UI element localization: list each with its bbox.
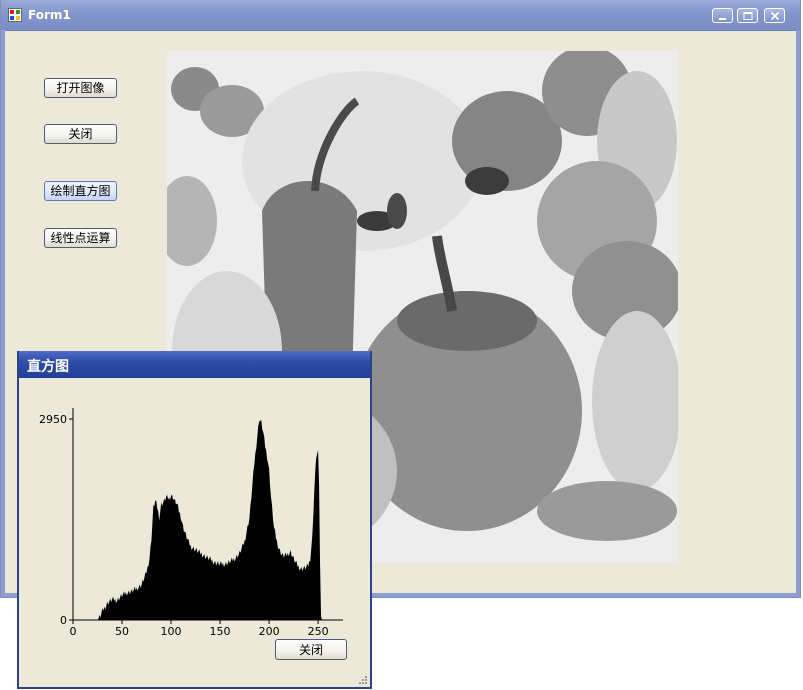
x-tick-label: 0 (70, 625, 77, 638)
histogram-titlebar[interactable]: 直方图 (19, 351, 370, 378)
x-tick-label: 150 (210, 625, 231, 638)
x-tick-label: 50 (115, 625, 129, 638)
histogram-window-title: 直方图 (27, 359, 69, 375)
app-icon (8, 8, 22, 22)
histogram-area (73, 419, 323, 620)
minimize-icon (719, 18, 726, 20)
open-image-button[interactable]: 打开图像 (44, 78, 117, 98)
histogram-window: 直方图 0 50 100 150 200 250 0 2950 关闭 (17, 351, 372, 689)
y-tick-label: 0 (60, 614, 67, 627)
maximize-button[interactable] (737, 8, 758, 23)
close-icon (770, 11, 780, 21)
maximize-icon (743, 12, 753, 20)
window-title: Form1 (28, 8, 71, 22)
main-titlebar[interactable]: Form1 (1, 0, 800, 31)
resize-grip-icon[interactable] (358, 675, 368, 685)
histogram-chart: 0 50 100 150 200 250 0 2950 (39, 408, 343, 638)
linear-point-operation-button[interactable]: 线性点运算 (44, 228, 117, 248)
x-tick-label: 100 (161, 625, 182, 638)
histogram-close-button[interactable]: 关闭 (275, 639, 347, 660)
y-tick-label: 2950 (39, 413, 67, 426)
minimize-button[interactable] (712, 8, 733, 23)
close-button[interactable]: 关闭 (44, 124, 117, 144)
x-tick-label: 250 (308, 625, 329, 638)
draw-histogram-button[interactable]: 绘制直方图 (44, 181, 117, 201)
x-tick-label: 200 (259, 625, 280, 638)
close-window-button[interactable] (764, 8, 785, 23)
